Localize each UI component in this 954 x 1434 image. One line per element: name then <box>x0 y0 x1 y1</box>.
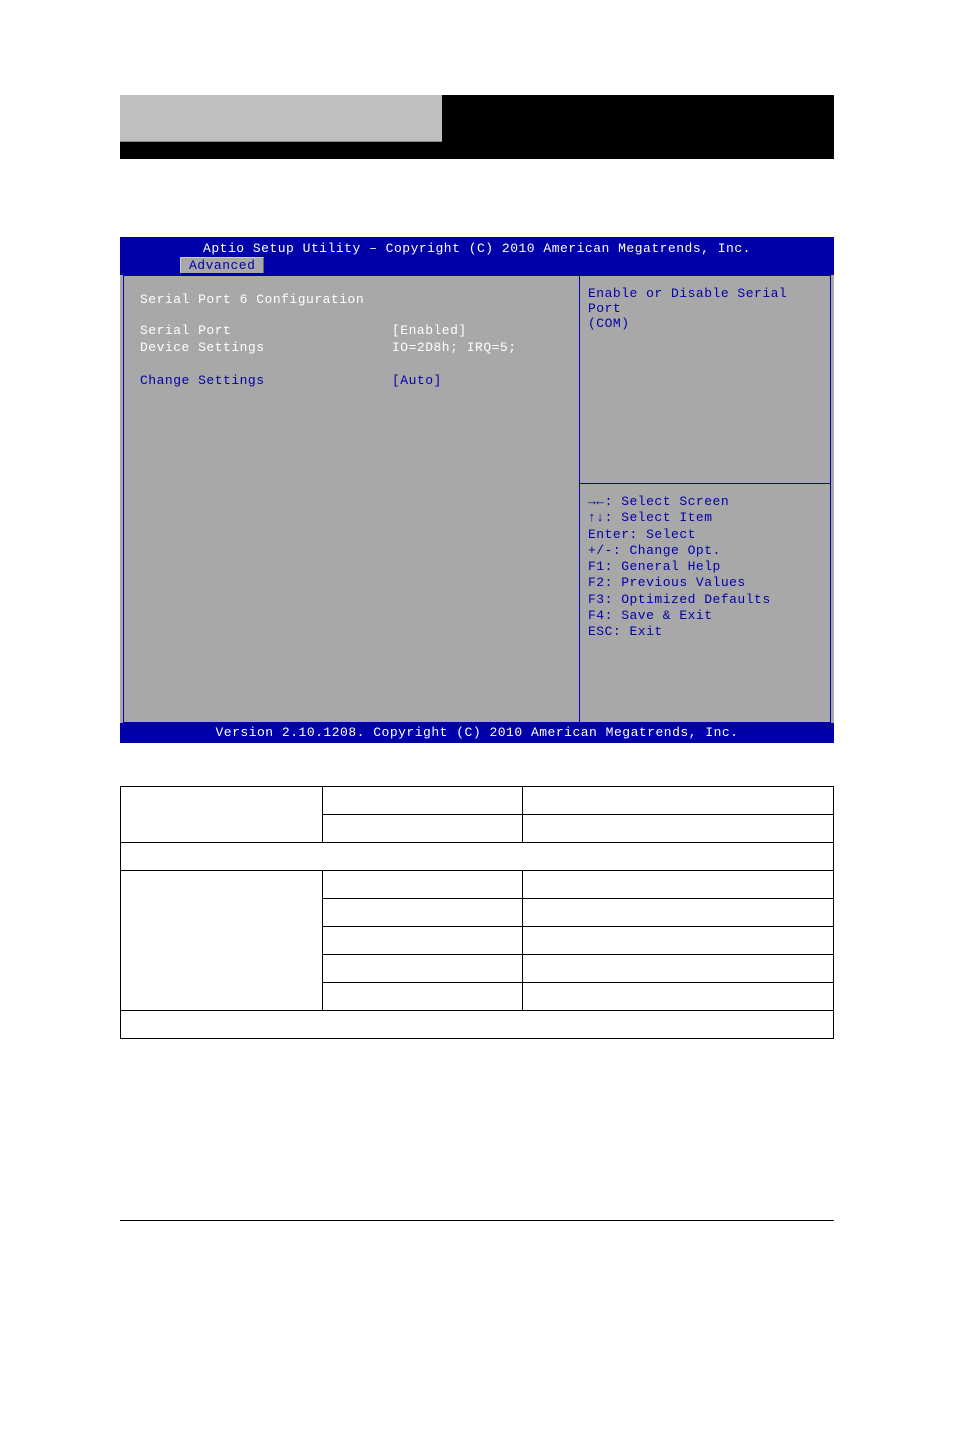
label-change-settings: Change Settings <box>140 373 392 388</box>
key-f1: F1: General Help <box>588 559 822 575</box>
bios-screenshot: Aptio Setup Utility – Copyright (C) 2010… <box>120 237 834 743</box>
cell <box>323 983 523 1011</box>
cell <box>523 815 834 843</box>
value-serial-port: [Enabled] <box>392 323 569 338</box>
cell <box>523 955 834 983</box>
row-device-settings: Device Settings IO=2D8h; IRQ=5; <box>140 340 569 355</box>
cell <box>121 871 323 1011</box>
table-row <box>121 1011 834 1039</box>
bios-main-panel: Serial Port 6 Configuration Serial Port … <box>123 275 580 723</box>
bios-body: Serial Port 6 Configuration Serial Port … <box>120 275 834 723</box>
cell <box>323 927 523 955</box>
cell <box>323 955 523 983</box>
value-device-settings: IO=2D8h; IRQ=5; <box>392 340 569 355</box>
header-band-left <box>120 95 442 142</box>
key-f4: F4: Save & Exit <box>588 608 822 624</box>
help-line-1: Enable or Disable Serial Port <box>588 286 822 316</box>
options-table <box>120 786 834 1039</box>
bios-key-legend: →←: Select Screen ↑↓: Select Item Enter:… <box>580 484 830 650</box>
cell <box>323 787 523 815</box>
cell <box>323 899 523 927</box>
row-change-settings[interactable]: Change Settings [Auto] <box>140 373 569 388</box>
key-f3: F3: Optimized Defaults <box>588 592 822 608</box>
cell <box>523 927 834 955</box>
key-esc: ESC: Exit <box>588 624 822 640</box>
cell <box>121 1011 834 1039</box>
table-row <box>121 787 834 815</box>
cell <box>523 871 834 899</box>
table-row <box>121 843 834 871</box>
bios-title: Aptio Setup Utility – Copyright (C) 2010… <box>120 237 834 259</box>
key-enter: Enter: Select <box>588 527 822 543</box>
cell <box>121 787 323 843</box>
tab-advanced[interactable]: Advanced <box>180 257 264 273</box>
cell <box>323 815 523 843</box>
key-select-item: ↑↓: Select Item <box>588 510 822 526</box>
key-change-opt: +/-: Change Opt. <box>588 543 822 559</box>
row-serial-port[interactable]: Serial Port [Enabled] <box>140 323 569 338</box>
cell <box>523 787 834 815</box>
cell <box>523 983 834 1011</box>
table-row <box>121 871 834 899</box>
value-change-settings: [Auto] <box>392 373 569 388</box>
bios-footer: Version 2.10.1208. Copyright (C) 2010 Am… <box>120 723 834 743</box>
bios-help-text: Enable or Disable Serial Port (COM) <box>580 276 830 484</box>
cell <box>323 871 523 899</box>
footer-rule <box>120 1220 834 1221</box>
key-select-screen: →←: Select Screen <box>588 494 822 510</box>
label-serial-port: Serial Port <box>140 323 392 338</box>
header-band <box>120 95 834 159</box>
bios-section-heading: Serial Port 6 Configuration <box>140 292 569 307</box>
cell <box>523 899 834 927</box>
key-f2: F2: Previous Values <box>588 575 822 591</box>
bios-side-panel: Enable or Disable Serial Port (COM) →←: … <box>580 275 831 723</box>
help-line-2: (COM) <box>588 316 822 331</box>
label-device-settings: Device Settings <box>140 340 392 355</box>
bios-tab-row: Advanced <box>120 259 834 275</box>
cell <box>121 843 834 871</box>
